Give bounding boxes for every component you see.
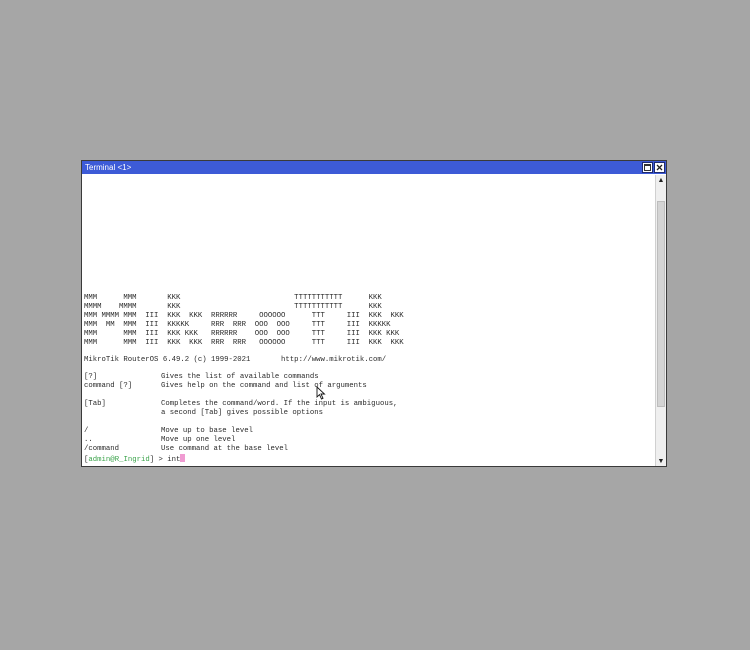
terminal-output-area[interactable]: MMM MMM KKK TTTTTTTTTTT KKK MMMM MMMM KKK… [83, 175, 654, 466]
terminal-text: MMM MMM KKK TTTTTTTTTTT KKK MMMM MMMM KKK… [84, 294, 404, 464]
help-description: a second [Tab] gives possible options [161, 409, 324, 417]
help-row [84, 391, 404, 400]
maximize-icon[interactable] [642, 162, 653, 173]
help-description: Gives the list of available commands [161, 373, 319, 381]
help-row: /command Use command at the base level [84, 445, 404, 454]
version-line: MikroTik RouterOS 6.49.2 (c) 1999-2021 h… [84, 356, 387, 364]
help-key: command [?] [84, 382, 133, 390]
terminal-window[interactable]: Terminal <1> MMM MMM KKK TTTTTTTTTTT KKK… [81, 160, 667, 467]
help-key: .. [84, 436, 93, 444]
vertical-scrollbar[interactable]: ▲ ▼ [655, 175, 666, 466]
command-input[interactable]: int [167, 456, 180, 464]
banner-line: MMM MMM III KKK KKK RRR RRR OOOOOO TTT I… [84, 339, 404, 347]
help-description: Move up one level [161, 436, 236, 444]
banner-line: MMM MMM III KKK KKK RRRRRR OOO OOO TTT I… [84, 330, 400, 338]
help-row: command [?] Gives help on the command and… [84, 382, 404, 391]
text-cursor [180, 454, 186, 462]
scroll-up-arrow-icon[interactable]: ▲ [656, 175, 666, 185]
help-key: / [84, 427, 89, 435]
help-block: [?] Gives the list of available commands c… [84, 373, 404, 454]
command-prompt[interactable]: [admin@R_Ingrid] > int [84, 454, 404, 464]
help-row: .. Move up one level [84, 436, 404, 445]
help-key: [Tab] [84, 400, 106, 408]
help-description: Completes the command/word. If the input… [161, 400, 398, 408]
banner-line: MMM MMMM MMM III KKK KKK RRRRRR OOOOOO T… [84, 312, 404, 320]
help-key: [?] [84, 373, 98, 381]
banner-line: MMM MM MMM III KKKKK RRR RRR OOO OOO TTT… [84, 321, 391, 329]
scroll-down-arrow-icon[interactable]: ▼ [656, 456, 666, 466]
help-key: /command [84, 445, 120, 453]
close-icon[interactable] [654, 162, 665, 173]
prompt-user: admin [88, 456, 111, 464]
help-row: a second [Tab] gives possible options [84, 409, 404, 418]
help-description: Use command at the base level [161, 445, 288, 453]
help-row: [Tab] Completes the command/word. If the … [84, 400, 404, 409]
banner-line: MMM MMM KKK TTTTTTTTTTT KKK [84, 294, 382, 302]
help-row [84, 418, 404, 427]
help-description: Gives help on the command and list of ar… [161, 382, 367, 390]
scrollbar-thumb[interactable] [657, 201, 665, 407]
window-title: Terminal <1> [85, 163, 132, 172]
prompt-host: R_Ingrid [114, 456, 150, 464]
help-description: Move up to base level [161, 427, 253, 435]
banner-line: MMMM MMMM KKK TTTTTTTTTTT KKK [84, 303, 382, 311]
window-titlebar[interactable]: Terminal <1> [82, 161, 666, 174]
help-row: / Move up to base level [84, 427, 404, 436]
prompt-close: ] > [149, 456, 168, 464]
help-row: [?] Gives the list of available commands [84, 373, 404, 382]
